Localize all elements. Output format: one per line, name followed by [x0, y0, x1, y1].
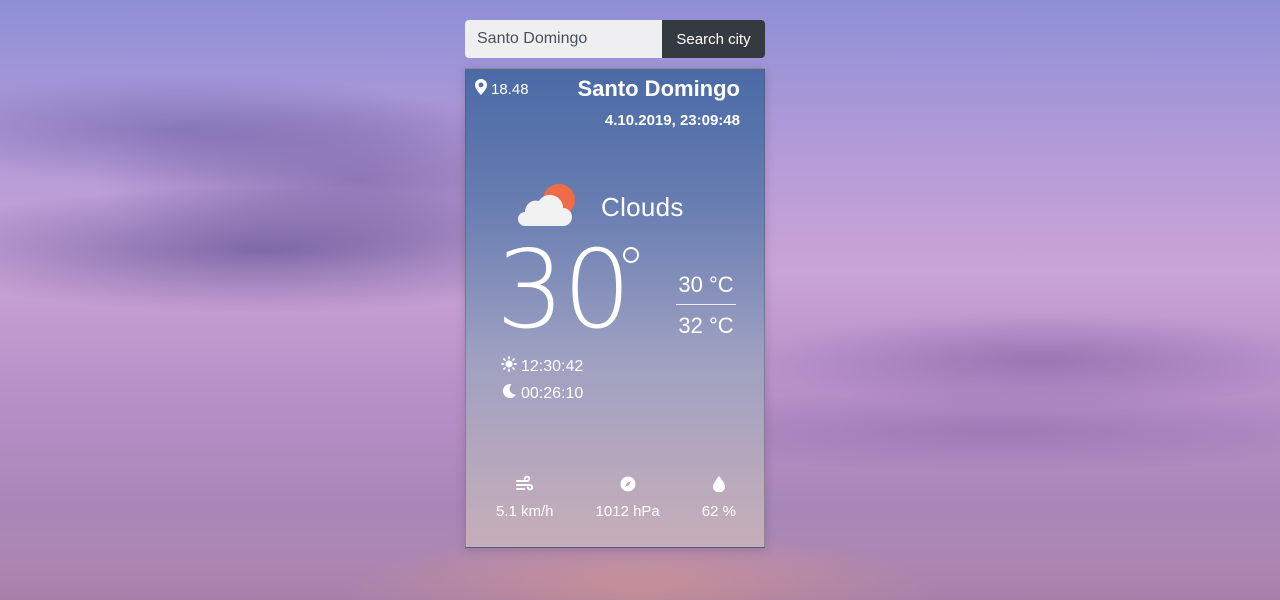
compass-icon — [620, 473, 636, 495]
current-temperature: 30 — [496, 228, 631, 353]
temp-min: 32 °C — [678, 313, 734, 338]
range-divider — [676, 304, 736, 305]
wind-stat: 5.1 km/h — [496, 473, 554, 520]
local-datetime: 4.10.2019, 23:09:48 — [604, 112, 740, 129]
condition-label: Clouds — [601, 192, 684, 222]
humidity-value: 62 % — [701, 503, 736, 520]
pressure-stat: 1012 hPa — [596, 473, 660, 520]
temp-max: 30 °C — [678, 272, 734, 297]
wind-speed: 5.1 km/h — [496, 503, 554, 520]
humidity-stat: 62 % — [702, 473, 736, 520]
degree-symbol — [623, 247, 639, 263]
water-drop-icon — [712, 473, 725, 495]
temperature-range: 30 °C 32 °C — [676, 272, 736, 339]
sunset-row: 00:26:10 — [501, 383, 583, 404]
location: 18.48 — [475, 79, 529, 99]
weather-condition: Clouds — [511, 182, 684, 233]
sunrise-row: 12:30:42 — [501, 356, 583, 377]
weather-stats: 5.1 km/h 1012 hPa 62 % — [496, 473, 736, 520]
map-pin-icon — [475, 79, 487, 99]
coordinate-value: 18.48 — [491, 80, 529, 98]
city-name: Santo Domingo — [577, 76, 740, 101]
pressure-value: 1012 hPa — [595, 503, 660, 520]
sun-icon — [501, 356, 517, 377]
search-bar: Search city — [465, 20, 765, 58]
cloud-sun-icon — [511, 182, 579, 233]
moon-icon — [501, 383, 517, 404]
wind-icon — [515, 473, 534, 495]
sunset-time: 00:26:10 — [521, 384, 584, 402]
weather-card: 18.48 Santo Domingo 4.10.2019, 23:09:48 … — [465, 68, 765, 548]
search-city-button[interactable]: Search city — [662, 20, 765, 58]
sunrise-time: 12:30:42 — [521, 357, 584, 375]
city-search-input[interactable] — [465, 20, 662, 58]
